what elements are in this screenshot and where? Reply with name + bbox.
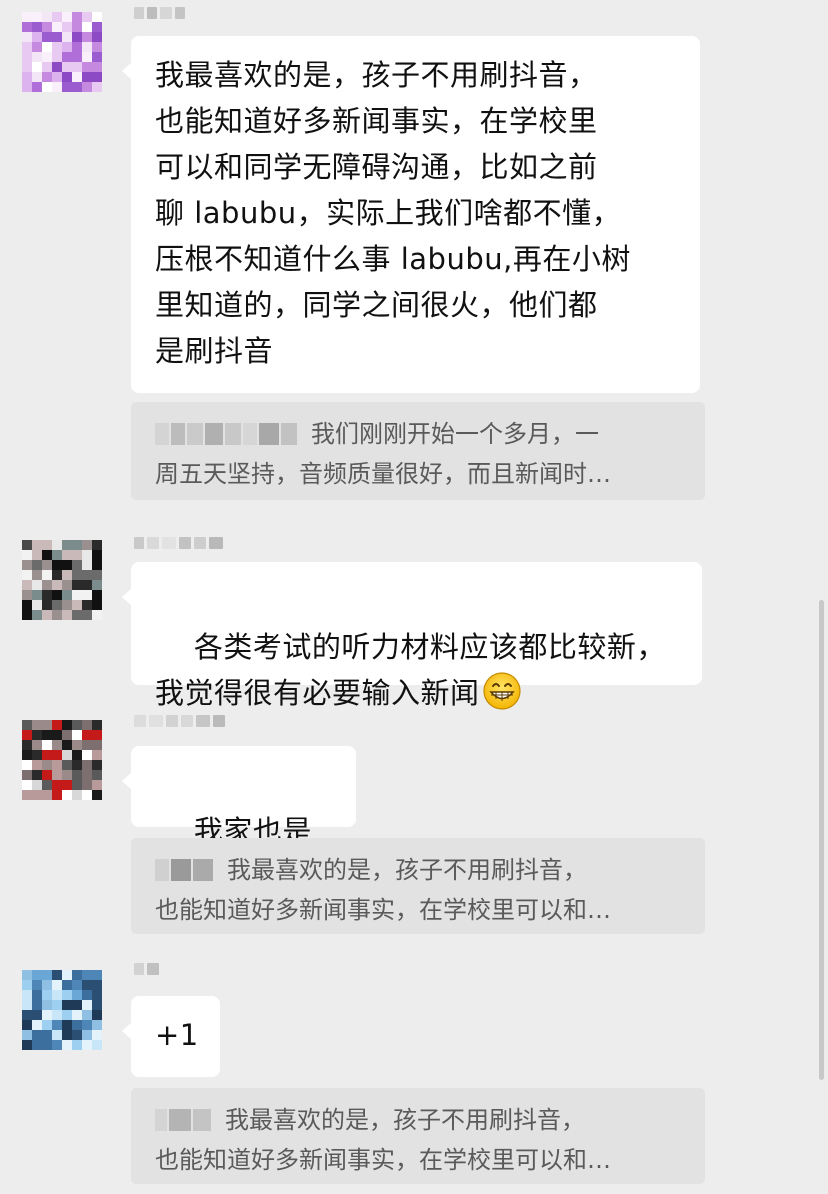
message-bubble[interactable]: 我最喜欢的是，孩子不用刷抖音， 也能知道好多新闻事实，在学校里 可以和同学无障碍…: [122, 36, 700, 393]
message-bubble[interactable]: 各类考试的听力材料应该都比较新， 我觉得很有必要输入新闻: [122, 562, 702, 710]
quoted-message[interactable]: 我最喜欢的是，孩子不用刷抖音， 也能知道好多新闻事实，在学校里可以和…: [131, 1088, 705, 1184]
quoted-sender-blurred: [155, 414, 297, 454]
avatar[interactable]: [22, 12, 102, 92]
quoted-sender-blurred: [155, 850, 213, 890]
sender-name-blurred: [134, 4, 185, 22]
quoted-sender-blurred: [155, 1100, 211, 1140]
quoted-text-line1: 我们刚刚开始一个多月，一: [311, 420, 599, 448]
sender-name-blurred: [134, 960, 159, 978]
chat-thread: 我最喜欢的是，孩子不用刷抖音， 也能知道好多新闻事实，在学校里 可以和同学无障碍…: [0, 0, 828, 1194]
avatar[interactable]: [22, 970, 102, 1050]
quoted-text-line1: 我最喜欢的是，孩子不用刷抖音，: [227, 856, 587, 884]
quoted-message[interactable]: 我们刚刚开始一个多月，一 周五天坚持，音频质量很好，而且新闻时…: [131, 402, 705, 500]
avatar[interactable]: [22, 720, 102, 800]
quoted-text-line1: 我最喜欢的是，孩子不用刷抖音，: [225, 1106, 585, 1134]
message-text: 各类考试的听力材料应该都比较新， 我觉得很有必要输入新闻: [155, 630, 666, 710]
message-bubble[interactable]: +1: [122, 996, 220, 1077]
sender-name-blurred: [134, 534, 223, 552]
avatar[interactable]: [22, 540, 102, 620]
sender-name-blurred: [134, 712, 225, 730]
message-bubble[interactable]: 我家也是: [122, 746, 356, 892]
scrollbar[interactable]: [819, 600, 824, 1080]
quoted-text-line2: 周五天坚持，音频质量很好，而且新闻时…: [155, 460, 611, 488]
quoted-message[interactable]: 我最喜欢的是，孩子不用刷抖音， 也能知道好多新闻事实，在学校里可以和…: [131, 838, 705, 934]
quoted-text-line2: 也能知道好多新闻事实，在学校里可以和…: [155, 896, 611, 924]
quoted-text-line2: 也能知道好多新闻事实，在学校里可以和…: [155, 1146, 611, 1174]
grinning-face-icon: [482, 672, 521, 710]
